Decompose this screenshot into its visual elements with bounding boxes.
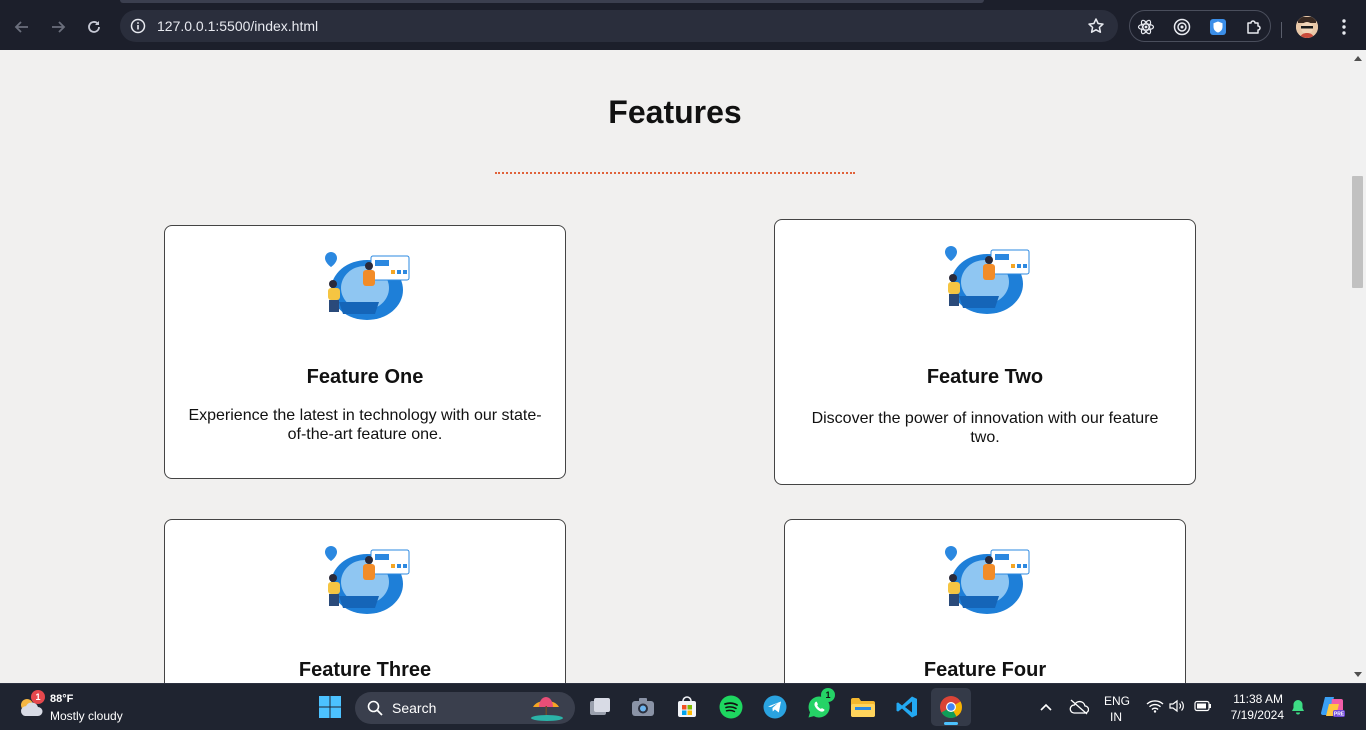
task-view-button[interactable] — [587, 694, 613, 720]
page-title: Features — [608, 94, 742, 130]
folder-icon — [851, 698, 875, 717]
spotify-icon — [719, 695, 743, 719]
vscode-app-button[interactable] — [894, 694, 920, 720]
copilot-button[interactable]: PRE — [1320, 694, 1346, 720]
browser-toolbar: 127.0.0.1:5500/index.html — [0, 4, 1366, 50]
back-button[interactable] — [7, 12, 37, 42]
scroll-up-arrow-icon[interactable] — [1354, 56, 1362, 61]
telegram-app-button[interactable] — [762, 694, 788, 720]
feature-card-two: Feature Two Discover the power of innova… — [774, 219, 1196, 485]
feature-title: Feature Four — [923, 659, 1047, 681]
reload-icon — [88, 21, 100, 33]
arrow-right-icon — [52, 21, 66, 33]
feature-card-three: Feature Three — [164, 519, 566, 683]
windows-taskbar: 1 88°F Mostly cloudy Search 1 ENG IN 11:… — [0, 683, 1366, 730]
store-app-button[interactable] — [674, 694, 700, 720]
beach-umbrella-icon — [531, 697, 563, 721]
scroll-down-arrow-icon[interactable] — [1354, 672, 1362, 677]
feature-title: Feature Three — [298, 659, 432, 681]
active-tab[interactable] — [120, 0, 984, 3]
profile-avatar[interactable] — [1296, 16, 1318, 38]
chrome-app-button[interactable] — [931, 688, 971, 726]
telegram-icon — [763, 695, 787, 719]
show-hidden-icons-button[interactable] — [1036, 694, 1056, 720]
active-app-indicator — [944, 722, 958, 725]
weather-badge: 1 — [31, 690, 45, 704]
react-devtools-icon[interactable] — [1136, 17, 1156, 37]
feature-description: Discover the power of innovation with ou… — [811, 410, 1159, 446]
site-info-icon[interactable] — [128, 16, 148, 36]
scrollbar-thumb[interactable] — [1352, 176, 1363, 288]
url-text[interactable]: 127.0.0.1:5500/index.html — [157, 18, 318, 34]
more-menu-icon[interactable] — [1334, 16, 1354, 38]
target-extension-icon[interactable] — [1172, 17, 1192, 37]
feature-title: Feature Two — [926, 366, 1044, 388]
camera-app-button[interactable] — [630, 694, 656, 720]
store-bag-icon — [678, 696, 696, 717]
forward-button[interactable] — [43, 12, 73, 42]
clock[interactable]: 11:38 AM 7/19/2024 — [1224, 690, 1288, 724]
task-view-icon — [590, 698, 610, 715]
shield-extension-icon[interactable] — [1208, 17, 1228, 37]
feature-card-one: Feature One Experience the latest in tec… — [164, 225, 566, 479]
windows-logo-icon — [319, 696, 341, 718]
toolbar-divider — [1281, 22, 1282, 38]
feature-card-four: Feature Four — [784, 519, 1186, 683]
clock-date: 7/19/2024 — [1230, 708, 1284, 722]
feature-title: Feature One — [306, 366, 424, 388]
whatsapp-badge: 1 — [821, 688, 835, 702]
copilot-icon: PRE — [1321, 697, 1345, 718]
volume-icon — [1169, 699, 1184, 713]
feature-description: Experience the latest in technology with… — [188, 407, 542, 443]
quick-settings-button[interactable] — [1142, 694, 1218, 720]
onedrive-status-button[interactable] — [1066, 694, 1092, 720]
chevron-up-icon — [1040, 703, 1052, 711]
extensions-group — [1129, 10, 1271, 42]
search-icon — [367, 700, 383, 716]
page-scrollbar[interactable] — [1350, 50, 1366, 683]
bookmark-star-icon[interactable] — [1086, 16, 1106, 36]
vscode-icon — [896, 696, 917, 718]
feature-illustration — [325, 252, 410, 320]
reload-button[interactable] — [79, 12, 109, 42]
weather-temp: 88°F — [50, 693, 74, 705]
title-divider — [495, 172, 855, 174]
feature-illustration — [945, 546, 1030, 614]
wifi-icon — [1146, 700, 1164, 713]
search-label: Search — [392, 700, 437, 716]
bell-icon — [1292, 700, 1304, 715]
taskbar-search-box[interactable]: Search — [355, 692, 575, 724]
feature-illustration — [945, 246, 1030, 314]
start-button[interactable] — [317, 694, 343, 720]
svg-text:PRE: PRE — [1334, 712, 1345, 718]
clock-time: 11:38 AM — [1233, 692, 1283, 706]
notifications-button[interactable] — [1287, 694, 1309, 720]
language-region: IN — [1110, 710, 1122, 724]
whatsapp-app-button[interactable]: 1 — [806, 688, 835, 720]
spotify-app-button[interactable] — [718, 694, 744, 720]
language-code: ENG — [1104, 694, 1131, 708]
battery-icon — [1194, 700, 1211, 712]
page-viewport: Features Feature One Experience the late… — [0, 50, 1350, 683]
camera-icon — [632, 698, 654, 716]
arrow-left-icon — [14, 21, 28, 33]
weather-condition: Mostly cloudy — [50, 709, 123, 723]
puzzle-extensions-icon[interactable] — [1244, 17, 1264, 37]
feature-illustration — [325, 546, 410, 614]
language-indicator[interactable]: ENG IN — [1098, 692, 1136, 724]
chrome-icon — [940, 696, 962, 718]
cloud-offline-icon — [1069, 699, 1089, 715]
address-bar[interactable]: 127.0.0.1:5500/index.html — [120, 10, 1118, 42]
weather-widget[interactable]: 1 88°F Mostly cloudy — [14, 688, 144, 726]
file-explorer-button[interactable] — [850, 694, 876, 720]
